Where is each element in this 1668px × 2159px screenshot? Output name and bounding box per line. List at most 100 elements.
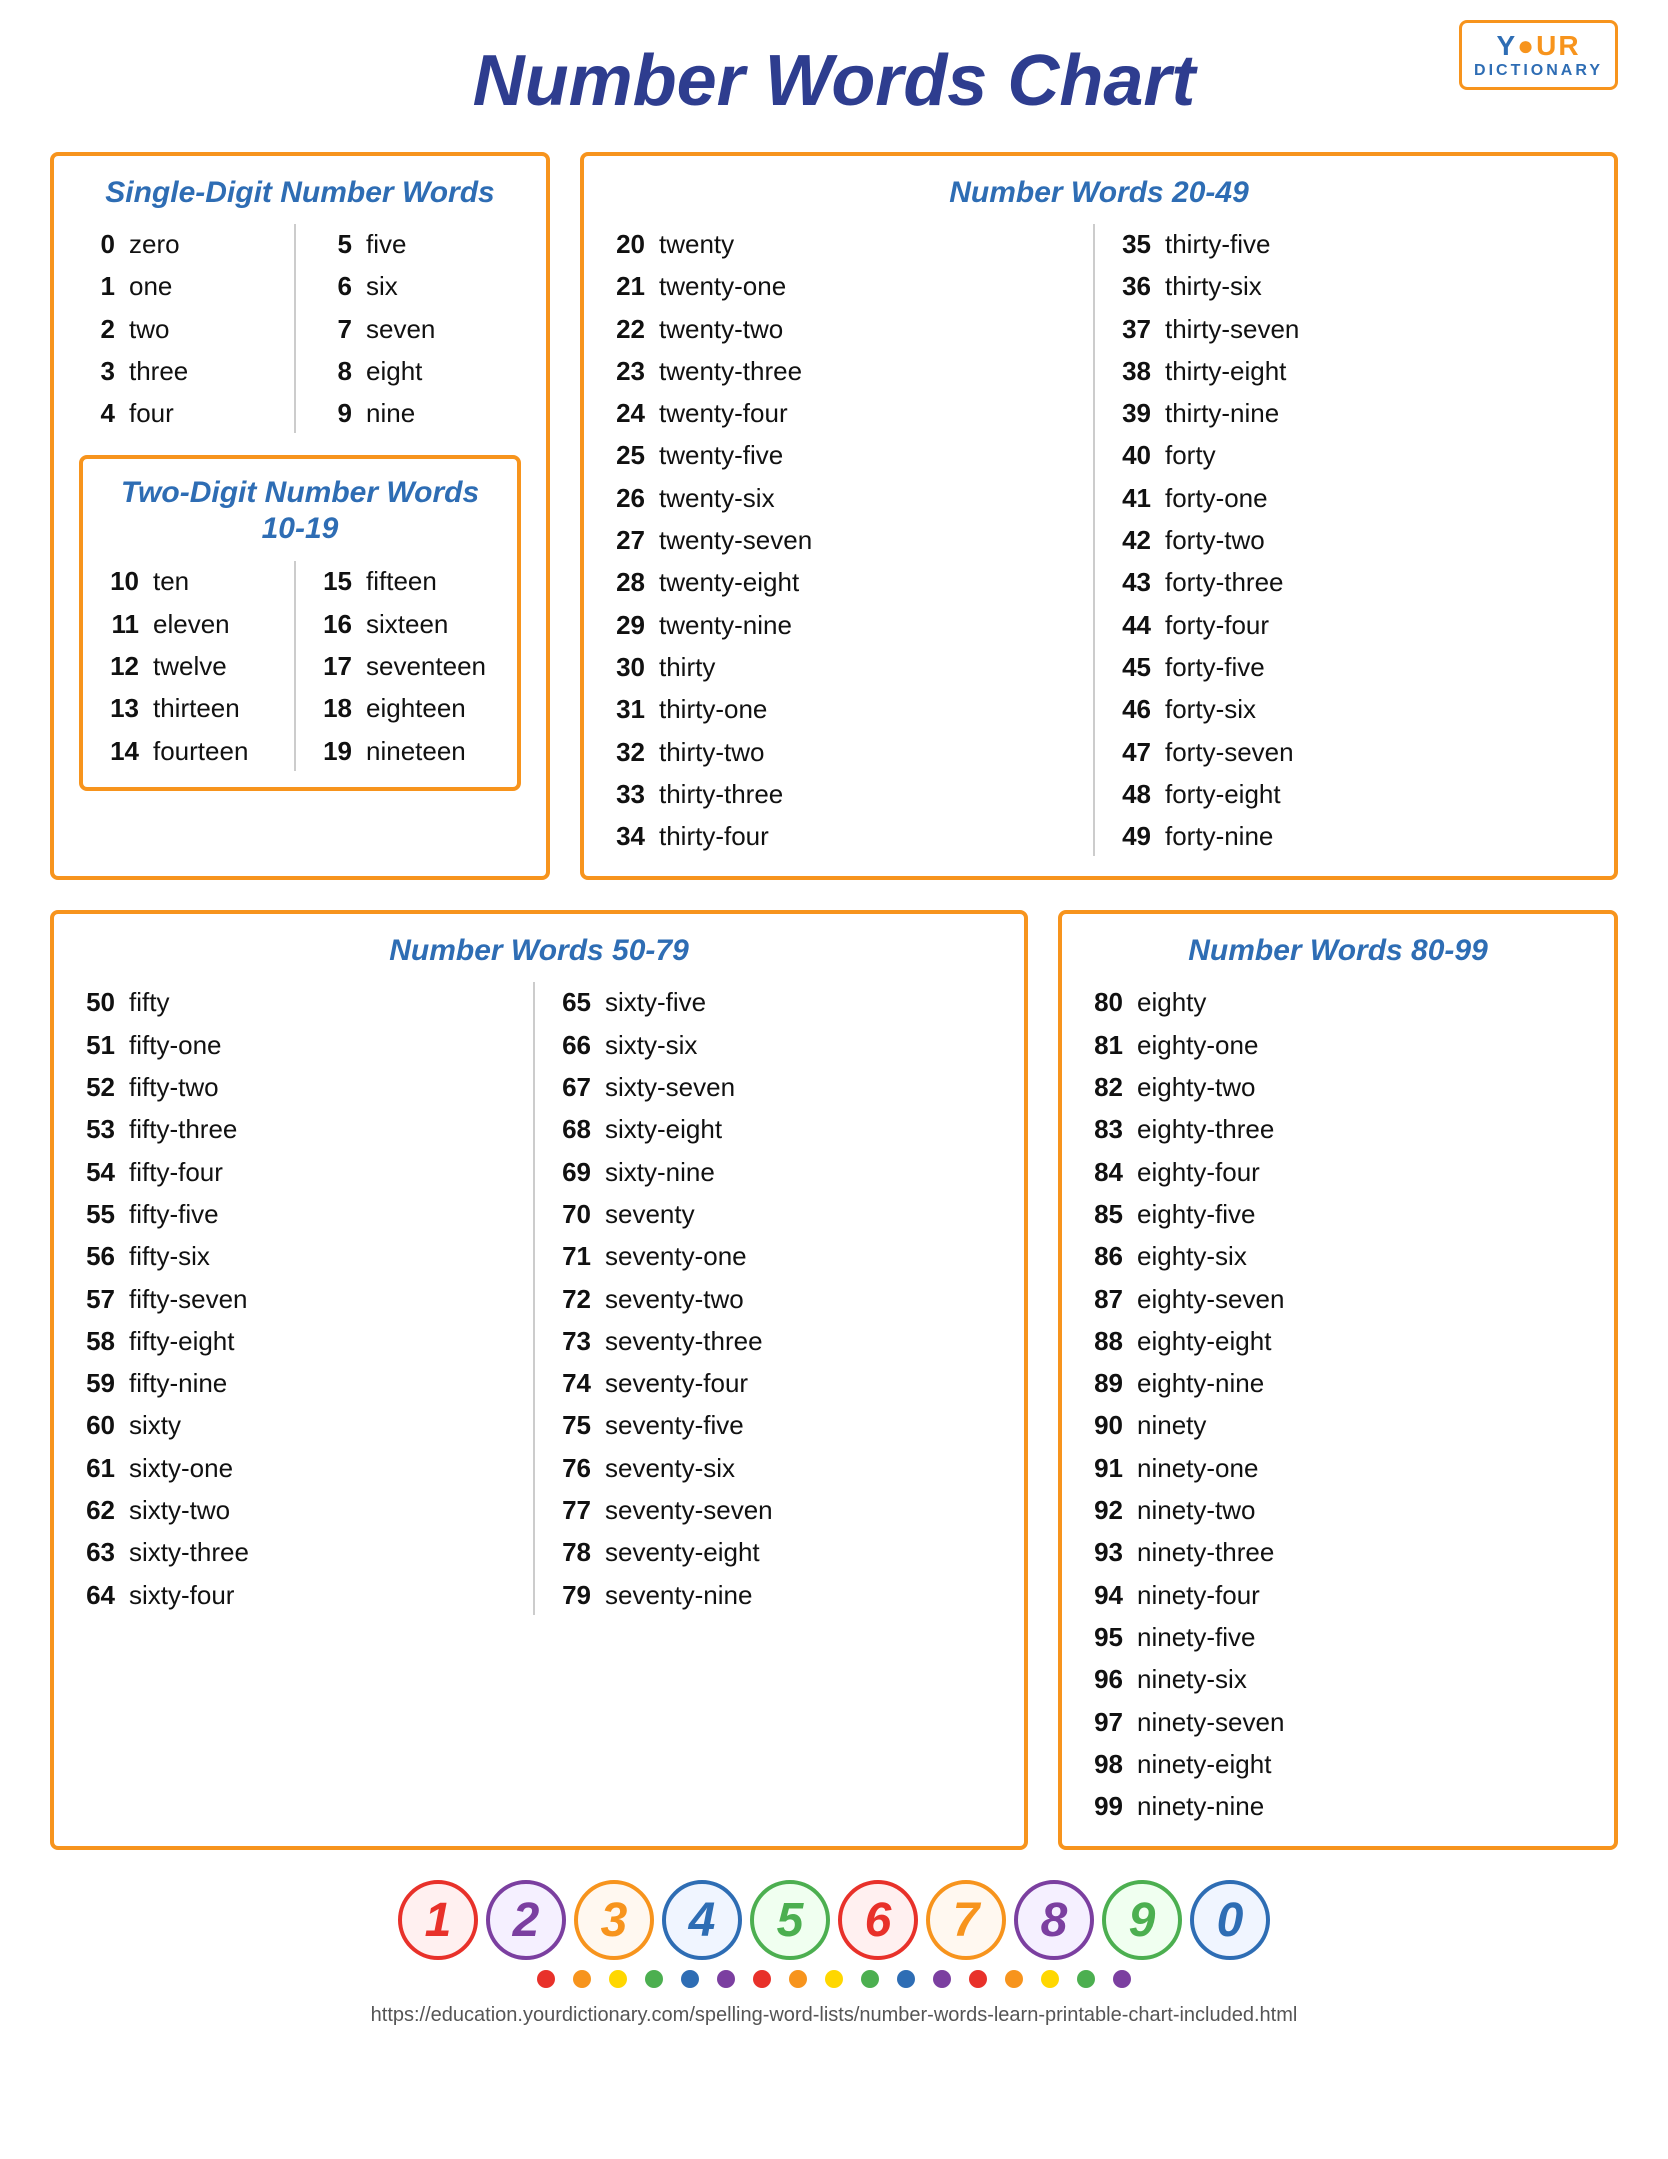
number-word: forty-six (1165, 689, 1256, 729)
number-value: 99 (1087, 1786, 1123, 1826)
number-word: six (366, 266, 398, 306)
number-value: 14 (103, 731, 139, 771)
number-value: 15 (316, 561, 352, 601)
list-item: 6six (316, 266, 521, 306)
list-item: 76seventy-six (555, 1448, 999, 1488)
list-item: 49forty-nine (1115, 816, 1589, 856)
number-value: 44 (1115, 605, 1151, 645)
number-word: fifty-two (129, 1067, 219, 1107)
decorative-number: 6 (838, 1880, 918, 1960)
single-digit-title: Single-Digit Number Words (79, 176, 521, 210)
number-value: 75 (555, 1405, 591, 1445)
list-item: 98ninety-eight (1087, 1744, 1589, 1784)
list-item: 64sixty-four (79, 1575, 523, 1615)
fifty-79-title: Number Words 50-79 (79, 934, 999, 968)
decorative-number: 0 (1190, 1880, 1270, 1960)
eighty-99-col1: 80eighty81eighty-one82eighty-two83eighty… (1087, 982, 1589, 1826)
list-item: 12twelve (103, 646, 284, 686)
list-item: 86eighty-six (1087, 1236, 1589, 1276)
main-title: Number Words Chart (50, 40, 1618, 122)
number-word: fifty-nine (129, 1363, 227, 1403)
number-value: 33 (609, 774, 645, 814)
decorative-dot (825, 1970, 843, 1988)
number-word: ninety-nine (1137, 1786, 1264, 1826)
number-word: seventy-two (605, 1279, 744, 1319)
single-digit-col2: 5five6six7seven8eight9nine (294, 224, 521, 433)
number-word: eighty-eight (1137, 1321, 1271, 1361)
number-value: 78 (555, 1532, 591, 1572)
number-word: fifteen (366, 561, 437, 601)
number-value: 83 (1087, 1109, 1123, 1149)
number-word: eighty-six (1137, 1236, 1247, 1276)
number-word: seventy-three (605, 1321, 763, 1361)
number-value: 27 (609, 520, 645, 560)
number-word: twenty-seven (659, 520, 812, 560)
number-value: 85 (1087, 1194, 1123, 1234)
number-word: twelve (153, 646, 227, 686)
number-word: thirty-three (659, 774, 783, 814)
list-item: 34thirty-four (609, 816, 1083, 856)
number-value: 26 (609, 478, 645, 518)
list-item: 54fifty-four (79, 1152, 523, 1192)
number-word: sixty-six (605, 1025, 697, 1065)
number-word: sixty-seven (605, 1067, 735, 1107)
list-item: 45forty-five (1115, 647, 1589, 687)
list-item: 87eighty-seven (1087, 1279, 1589, 1319)
list-item: 2two (79, 309, 284, 349)
decorative-dot (1005, 1970, 1023, 1988)
number-value: 1 (79, 266, 115, 306)
twenty-49-box: Number Words 20-49 20twenty21twenty-one2… (580, 152, 1618, 880)
number-value: 47 (1115, 732, 1151, 772)
list-item: 94ninety-four (1087, 1575, 1589, 1615)
list-item: 60sixty (79, 1405, 523, 1445)
two-digit-box: Two-Digit Number Words 10-19 10ten11elev… (79, 455, 521, 790)
number-value: 0 (79, 224, 115, 264)
number-value: 42 (1115, 520, 1151, 560)
number-value: 56 (79, 1236, 115, 1276)
list-item: 70seventy (555, 1194, 999, 1234)
footer-url: https://education.yourdictionary.com/spe… (50, 2004, 1618, 2027)
decorative-number: 1 (398, 1880, 478, 1960)
list-item: 95ninety-five (1087, 1617, 1589, 1657)
number-word: thirty-six (1165, 266, 1262, 306)
decorative-dot (573, 1970, 591, 1988)
list-item: 77seventy-seven (555, 1490, 999, 1530)
list-item: 58fifty-eight (79, 1321, 523, 1361)
list-item: 44forty-four (1115, 605, 1589, 645)
number-word: sixteen (366, 604, 448, 644)
number-word: fifty (129, 982, 169, 1022)
decorative-dot (1113, 1970, 1131, 1988)
number-value: 21 (609, 266, 645, 306)
list-item: 38thirty-eight (1115, 351, 1589, 391)
number-word: five (366, 224, 406, 264)
number-word: sixty-eight (605, 1109, 722, 1149)
number-word: eighty-four (1137, 1152, 1260, 1192)
list-item: 10ten (103, 561, 284, 601)
number-word: eighteen (366, 688, 466, 728)
number-word: seventy (605, 1194, 695, 1234)
number-word: twenty-five (659, 435, 783, 475)
number-value: 36 (1115, 266, 1151, 306)
list-item: 91ninety-one (1087, 1448, 1589, 1488)
number-word: ninety-seven (1137, 1702, 1284, 1742)
list-item: 61sixty-one (79, 1448, 523, 1488)
number-word: twenty-three (659, 351, 802, 391)
logo-your: Y●UR (1474, 31, 1603, 62)
number-value: 10 (103, 561, 139, 601)
number-value: 66 (555, 1025, 591, 1065)
list-item: 74seventy-four (555, 1363, 999, 1403)
list-item: 85eighty-five (1087, 1194, 1589, 1234)
number-value: 62 (79, 1490, 115, 1530)
number-value: 87 (1087, 1279, 1123, 1319)
list-item: 29twenty-nine (609, 605, 1083, 645)
decorative-dot (717, 1970, 735, 1988)
list-item: 35thirty-five (1115, 224, 1589, 264)
eighty-99-title: Number Words 80-99 (1087, 934, 1589, 968)
list-item: 84eighty-four (1087, 1152, 1589, 1192)
number-word: ninety (1137, 1405, 1206, 1445)
list-item: 17seventeen (316, 646, 497, 686)
decorative-dot (681, 1970, 699, 1988)
list-item: 30thirty (609, 647, 1083, 687)
number-word: sixty-nine (605, 1152, 715, 1192)
number-value: 96 (1087, 1659, 1123, 1699)
